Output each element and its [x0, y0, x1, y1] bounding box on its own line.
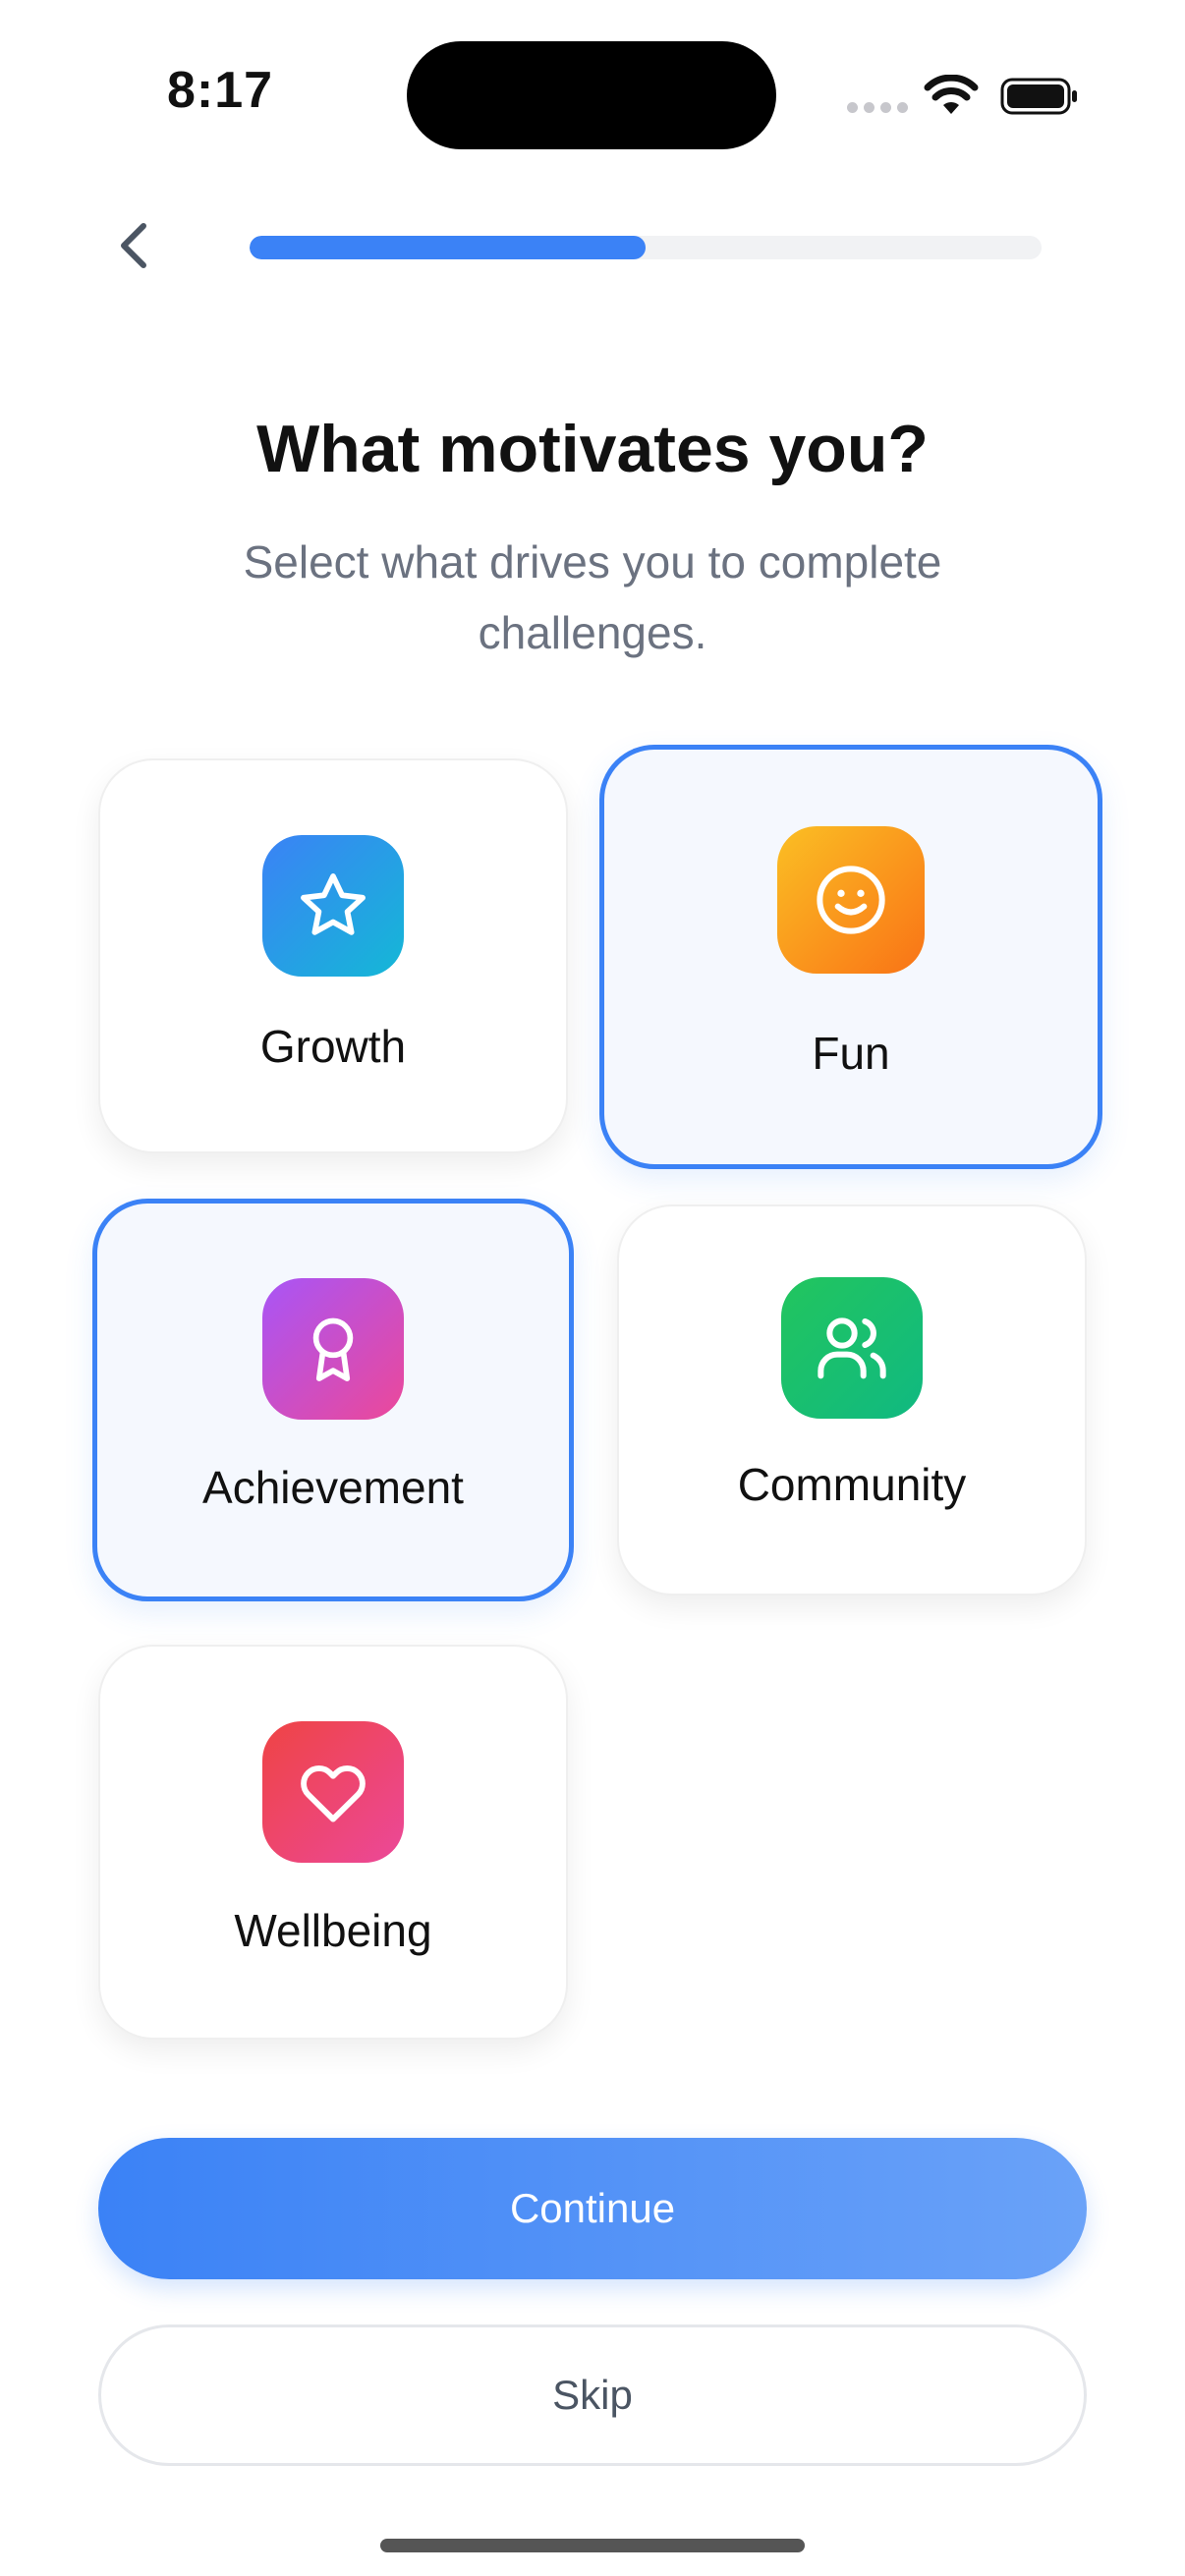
option-icon-badge — [781, 1277, 923, 1419]
option-label: Growth — [259, 1021, 407, 1072]
battery-icon — [1000, 78, 1077, 115]
back-button[interactable] — [102, 214, 165, 277]
option-card-fun[interactable]: Fun — [599, 745, 1102, 1169]
users-icon — [818, 1317, 886, 1379]
continue-button[interactable]: Continue — [98, 2138, 1087, 2279]
option-icon-badge — [777, 826, 925, 974]
option-label: Fun — [812, 1028, 890, 1079]
option-card-wellbeing[interactable]: Wellbeing — [98, 1645, 568, 2040]
progress-bar-fill — [250, 236, 646, 259]
cellular-signal-icon — [847, 102, 908, 113]
page-title: What motivates you? — [256, 412, 929, 486]
award-icon — [312, 1317, 354, 1381]
page-subtitle: Select what drives you to complete chall… — [243, 536, 942, 658]
wifi-icon — [924, 75, 979, 114]
chevron-left-icon — [121, 223, 146, 268]
option-card-growth[interactable]: Growth — [98, 758, 568, 1153]
option-card-achievement[interactable]: Achievement — [92, 1199, 574, 1601]
star-icon — [301, 873, 366, 935]
progress-bar — [250, 236, 1042, 259]
option-label: Achievement — [202, 1462, 464, 1513]
status-time: 8:17 — [167, 62, 274, 119]
home-indicator — [380, 2539, 805, 2552]
option-icon-badge — [262, 835, 404, 977]
option-icon-badge — [262, 1278, 404, 1420]
option-icon-badge — [262, 1721, 404, 1863]
skip-button[interactable]: Skip — [98, 2324, 1087, 2466]
heart-icon — [301, 1765, 366, 1822]
dynamic-island — [407, 41, 776, 149]
screen: 8:17 What motivates you? Select what dri… — [0, 0, 1185, 2576]
option-label: Community — [737, 1459, 967, 1510]
option-label: Wellbeing — [234, 1905, 432, 1956]
option-card-community[interactable]: Community — [617, 1204, 1087, 1596]
smile-icon — [817, 866, 885, 934]
